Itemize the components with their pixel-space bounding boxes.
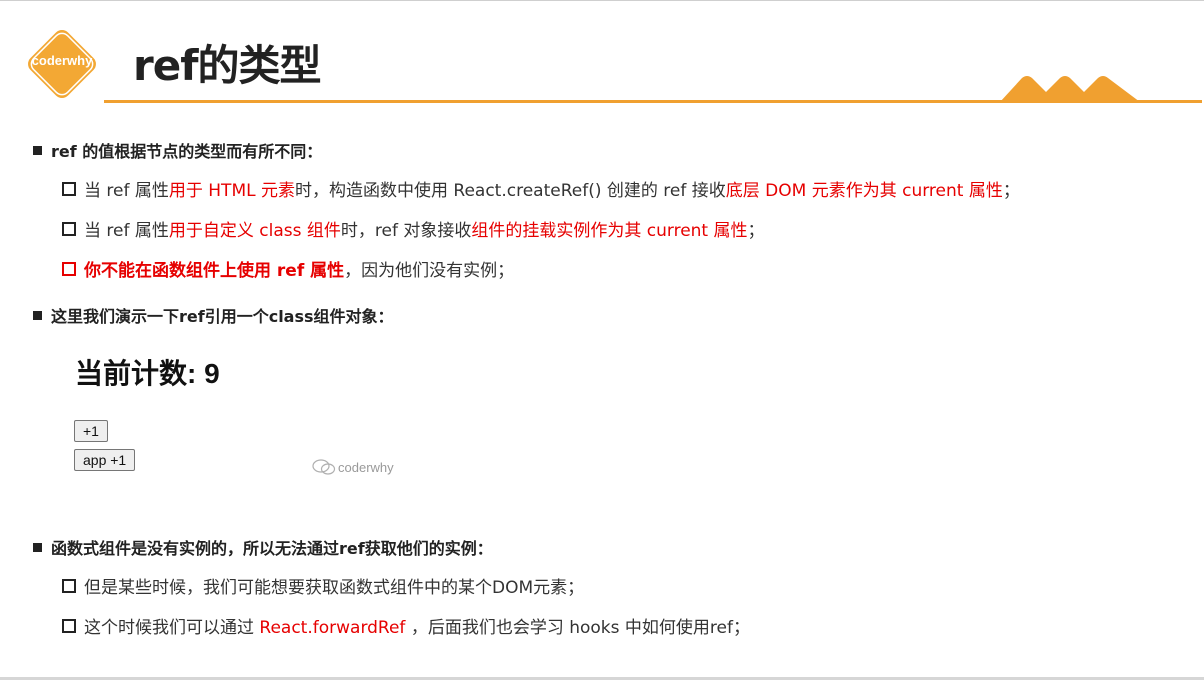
heading-text: 函数式组件是没有实例的，所以无法通过ref获取他们的实例： [51, 539, 493, 558]
heading-text: ref 的值根据节点的类型而有所不同： [51, 142, 323, 161]
section-heading-ref-types: ref 的值根据节点的类型而有所不同： [33, 138, 322, 162]
title-underline [104, 100, 1202, 103]
item-text: ，后面我们也会学习 hooks 中如何使用ref； [405, 618, 750, 638]
checkbox-square-icon [62, 619, 76, 633]
section-heading-function-components: 函数式组件是没有实例的，所以无法通过ref获取他们的实例： [33, 535, 493, 559]
wechat-icon [312, 459, 338, 478]
item-highlight: 你不能在函数组件上使用 ref 属性 [84, 261, 345, 281]
list-item: 但是某些时候，我们可能想要获取函数式组件中的某个DOM元素； [62, 573, 584, 598]
item-highlight: 底层 DOM 元素作为其 current 属性 [725, 181, 1003, 201]
list-item: 这个时候我们可以通过 React.forwardRef ，后面我们也会学习 ho… [62, 613, 750, 638]
heading-text: 这里我们演示一下ref引用一个class组件对象： [51, 307, 394, 326]
item-highlight: 用于自定义 class 组件 [168, 221, 341, 241]
item-text: 但是某些时候，我们可能想要获取函数式组件中的某个DOM元素； [84, 578, 585, 598]
checkbox-square-icon [62, 222, 76, 236]
item-highlight: 组件的挂载实例作为其 current 属性 [471, 221, 748, 241]
bullet-square-icon [33, 543, 42, 552]
item-text: 这个时候我们可以通过 [84, 618, 260, 638]
item-text: 时，构造函数中使用 React.createRef() 创建的 ref 接收 [295, 181, 726, 201]
logo-text: coderwhy [31, 53, 93, 68]
list-item: 当 ref 属性用于 HTML 元素时，构造函数中使用 React.create… [62, 176, 1020, 201]
checkbox-square-icon [62, 182, 76, 196]
list-item: 你不能在函数组件上使用 ref 属性，因为他们没有实例； [62, 256, 514, 281]
bullet-square-icon [33, 146, 42, 155]
counter-display: 当前计数: 9 [75, 358, 220, 389]
list-item: 当 ref 属性用于自定义 class 组件时，ref 对象接收组件的挂载实例作… [62, 216, 765, 241]
bullet-square-icon [33, 311, 42, 320]
plus-one-button[interactable]: +1 [74, 420, 108, 442]
section-heading-demo: 这里我们演示一下ref引用一个class组件对象： [33, 303, 394, 327]
checkbox-square-icon [62, 262, 76, 276]
slide: coderwhy ref的类型 ref 的值根据节点的类型而有所不同： 当 re… [0, 0, 1204, 680]
item-text: 时，ref 对象接收 [340, 221, 472, 241]
item-text: 当 ref 属性 [84, 181, 169, 201]
coderwhy-logo: coderwhy [20, 22, 104, 106]
item-text: ； [747, 221, 765, 241]
item-text: ； [1002, 181, 1020, 201]
slide-top-border [0, 0, 1204, 1]
item-highlight: 用于 HTML 元素 [168, 181, 295, 201]
page-title: ref的类型 [133, 41, 321, 90]
watermark-text: coderwhy [338, 460, 394, 475]
app-plus-one-button[interactable]: app +1 [74, 449, 136, 471]
checkbox-square-icon [62, 579, 76, 593]
item-text: ，因为他们没有实例； [344, 261, 515, 281]
item-highlight: React.forwardRef [259, 618, 406, 638]
mountain-decoration-icon [1000, 74, 1150, 102]
watermark: coderwhy [312, 459, 394, 478]
item-text: 当 ref 属性 [84, 221, 169, 241]
